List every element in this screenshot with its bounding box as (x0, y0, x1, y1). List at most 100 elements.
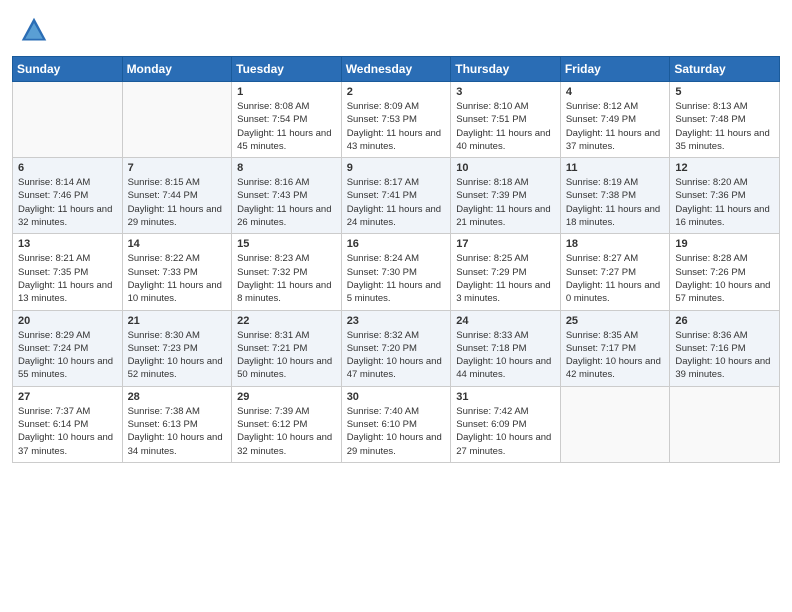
day-info: Sunrise: 8:10 AM Sunset: 7:51 PM Dayligh… (456, 100, 555, 153)
day-number: 17 (456, 238, 555, 250)
day-info: Sunrise: 8:16 AM Sunset: 7:43 PM Dayligh… (237, 176, 336, 229)
day-number: 7 (128, 162, 227, 174)
logo (20, 16, 52, 44)
day-info: Sunrise: 8:19 AM Sunset: 7:38 PM Dayligh… (566, 176, 665, 229)
day-number: 21 (128, 315, 227, 327)
calendar-cell: 9 Sunrise: 8:17 AM Sunset: 7:41 PM Daylig… (341, 158, 451, 234)
day-info: Sunrise: 8:09 AM Sunset: 7:53 PM Dayligh… (347, 100, 446, 153)
calendar-cell: 4Sunrise: 8:12 AM Sunset: 7:49 PM Daylig… (560, 82, 670, 158)
calendar-week-row: 13 Sunrise: 8:21 AM Sunset: 7:35 PM Dayli… (13, 234, 780, 310)
day-number: 20 (18, 315, 117, 327)
day-info: Sunrise: 7:42 AM Sunset: 6:09 PM Dayligh… (456, 405, 555, 458)
calendar-cell: 8 Sunrise: 8:16 AM Sunset: 7:43 PM Daylig… (232, 158, 342, 234)
day-number: 22 (237, 315, 336, 327)
calendar-cell: 10Sunrise: 8:18 AM Sunset: 7:39 PM Dayli… (451, 158, 561, 234)
calendar-cell: 13 Sunrise: 8:21 AM Sunset: 7:35 PM Dayli… (13, 234, 123, 310)
day-info: Sunrise: 8:25 AM Sunset: 7:29 PM Dayligh… (456, 252, 555, 305)
calendar-cell: 29Sunrise: 7:39 AM Sunset: 6:12 PM Dayli… (232, 386, 342, 462)
calendar: SundayMondayTuesdayWednesdayThursdayFrid… (12, 56, 780, 463)
calendar-cell (670, 386, 780, 462)
day-number: 9 (347, 162, 446, 174)
calendar-cell: 21 Sunrise: 8:30 AM Sunset: 7:23 PM Dayli… (122, 310, 232, 386)
day-info: Sunrise: 7:38 AM Sunset: 6:13 PM Dayligh… (128, 405, 227, 458)
day-number: 25 (566, 315, 665, 327)
calendar-cell: 12 Sunrise: 8:20 AM Sunset: 7:36 PM Dayli… (670, 158, 780, 234)
day-number: 27 (18, 391, 117, 403)
calendar-cell: 28 Sunrise: 7:38 AM Sunset: 6:13 PM Dayli… (122, 386, 232, 462)
calendar-cell: 19 Sunrise: 8:28 AM Sunset: 7:26 PM Dayli… (670, 234, 780, 310)
day-info: Sunrise: 7:37 AM Sunset: 6:14 PM Dayligh… (18, 405, 117, 458)
day-info: Sunrise: 8:35 AM Sunset: 7:17 PM Dayligh… (566, 329, 665, 382)
calendar-cell: 27 Sunrise: 7:37 AM Sunset: 6:14 PM Dayli… (13, 386, 123, 462)
calendar-cell: 11 Sunrise: 8:19 AM Sunset: 7:38 PM Dayli… (560, 158, 670, 234)
weekday-header: Sunday (13, 57, 123, 82)
calendar-cell: 22 Sunrise: 8:31 AM Sunset: 7:21 PM Dayli… (232, 310, 342, 386)
day-number: 5 (675, 86, 774, 98)
day-number: 23 (347, 315, 446, 327)
calendar-week-row: 27 Sunrise: 7:37 AM Sunset: 6:14 PM Dayli… (13, 386, 780, 462)
day-number: 13 (18, 238, 117, 250)
day-number: 14 (128, 238, 227, 250)
calendar-cell: 3 Sunrise: 8:10 AM Sunset: 7:51 PM Daylig… (451, 82, 561, 158)
day-info: Sunrise: 8:20 AM Sunset: 7:36 PM Dayligh… (675, 176, 774, 229)
day-number: 11 (566, 162, 665, 174)
day-number: 3 (456, 86, 555, 98)
calendar-cell: 14 Sunrise: 8:22 AM Sunset: 7:33 PM Dayli… (122, 234, 232, 310)
day-info: Sunrise: 8:23 AM Sunset: 7:32 PM Dayligh… (237, 252, 336, 305)
weekday-header-row: SundayMondayTuesdayWednesdayThursdayFrid… (13, 57, 780, 82)
calendar-week-row: 6 Sunrise: 8:14 AM Sunset: 7:46 PM Daylig… (13, 158, 780, 234)
calendar-cell (122, 82, 232, 158)
day-info: Sunrise: 8:13 AM Sunset: 7:48 PM Dayligh… (675, 100, 774, 153)
day-number: 30 (347, 391, 446, 403)
day-number: 31 (456, 391, 555, 403)
day-info: Sunrise: 8:22 AM Sunset: 7:33 PM Dayligh… (128, 252, 227, 305)
calendar-cell: 18 Sunrise: 8:27 AM Sunset: 7:27 PM Dayli… (560, 234, 670, 310)
header (0, 0, 792, 48)
calendar-cell (560, 386, 670, 462)
calendar-cell: 17 Sunrise: 8:25 AM Sunset: 7:29 PM Dayli… (451, 234, 561, 310)
day-info: Sunrise: 8:18 AM Sunset: 7:39 PM Dayligh… (456, 176, 555, 229)
day-info: Sunrise: 8:14 AM Sunset: 7:46 PM Dayligh… (18, 176, 117, 229)
calendar-cell: 6 Sunrise: 8:14 AM Sunset: 7:46 PM Daylig… (13, 158, 123, 234)
day-info: Sunrise: 8:30 AM Sunset: 7:23 PM Dayligh… (128, 329, 227, 382)
weekday-header: Thursday (451, 57, 561, 82)
day-number: 2 (347, 86, 446, 98)
calendar-cell: 25 Sunrise: 8:35 AM Sunset: 7:17 PM Dayli… (560, 310, 670, 386)
day-info: Sunrise: 8:12 AM Sunset: 7:49 PM Dayligh… (566, 100, 665, 153)
day-info: Sunrise: 7:40 AM Sunset: 6:10 PM Dayligh… (347, 405, 446, 458)
calendar-cell: 23 Sunrise: 8:32 AM Sunset: 7:20 PM Dayli… (341, 310, 451, 386)
day-number: 15 (237, 238, 336, 250)
day-info: Sunrise: 8:33 AM Sunset: 7:18 PM Dayligh… (456, 329, 555, 382)
calendar-cell: 16 Sunrise: 8:24 AM Sunset: 7:30 PM Dayli… (341, 234, 451, 310)
day-info: Sunrise: 8:17 AM Sunset: 7:41 PM Dayligh… (347, 176, 446, 229)
calendar-cell: 31 Sunrise: 7:42 AM Sunset: 6:09 PM Dayli… (451, 386, 561, 462)
day-number: 6 (18, 162, 117, 174)
day-info: Sunrise: 8:36 AM Sunset: 7:16 PM Dayligh… (675, 329, 774, 382)
calendar-week-row: 20Sunrise: 8:29 AM Sunset: 7:24 PM Dayli… (13, 310, 780, 386)
day-number: 8 (237, 162, 336, 174)
day-number: 16 (347, 238, 446, 250)
day-number: 12 (675, 162, 774, 174)
day-info: Sunrise: 8:15 AM Sunset: 7:44 PM Dayligh… (128, 176, 227, 229)
day-info: Sunrise: 8:08 AM Sunset: 7:54 PM Dayligh… (237, 100, 336, 153)
day-number: 24 (456, 315, 555, 327)
day-number: 29 (237, 391, 336, 403)
day-info: Sunrise: 8:24 AM Sunset: 7:30 PM Dayligh… (347, 252, 446, 305)
calendar-cell: 15 Sunrise: 8:23 AM Sunset: 7:32 PM Dayli… (232, 234, 342, 310)
day-info: Sunrise: 8:32 AM Sunset: 7:20 PM Dayligh… (347, 329, 446, 382)
day-number: 19 (675, 238, 774, 250)
day-info: Sunrise: 8:27 AM Sunset: 7:27 PM Dayligh… (566, 252, 665, 305)
day-info: Sunrise: 8:21 AM Sunset: 7:35 PM Dayligh… (18, 252, 117, 305)
calendar-cell: 7 Sunrise: 8:15 AM Sunset: 7:44 PM Daylig… (122, 158, 232, 234)
day-info: Sunrise: 8:28 AM Sunset: 7:26 PM Dayligh… (675, 252, 774, 305)
calendar-cell: 20Sunrise: 8:29 AM Sunset: 7:24 PM Dayli… (13, 310, 123, 386)
day-number: 28 (128, 391, 227, 403)
calendar-cell: 2 Sunrise: 8:09 AM Sunset: 7:53 PM Daylig… (341, 82, 451, 158)
weekday-header: Friday (560, 57, 670, 82)
calendar-cell: 5 Sunrise: 8:13 AM Sunset: 7:48 PM Daylig… (670, 82, 780, 158)
calendar-cell: 26Sunrise: 8:36 AM Sunset: 7:16 PM Dayli… (670, 310, 780, 386)
day-number: 1 (237, 86, 336, 98)
day-number: 18 (566, 238, 665, 250)
calendar-cell: 24 Sunrise: 8:33 AM Sunset: 7:18 PM Dayli… (451, 310, 561, 386)
day-info: Sunrise: 8:31 AM Sunset: 7:21 PM Dayligh… (237, 329, 336, 382)
